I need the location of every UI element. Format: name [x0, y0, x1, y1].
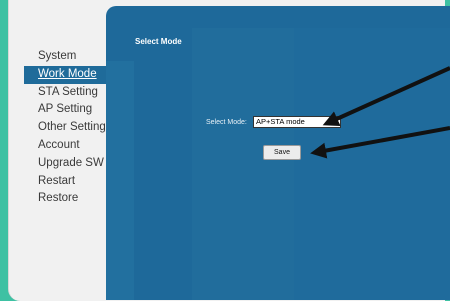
arrow-to-save [310, 126, 450, 159]
arrow-to-dropdown [322, 66, 450, 127]
annotation-arrows [310, 66, 450, 159]
